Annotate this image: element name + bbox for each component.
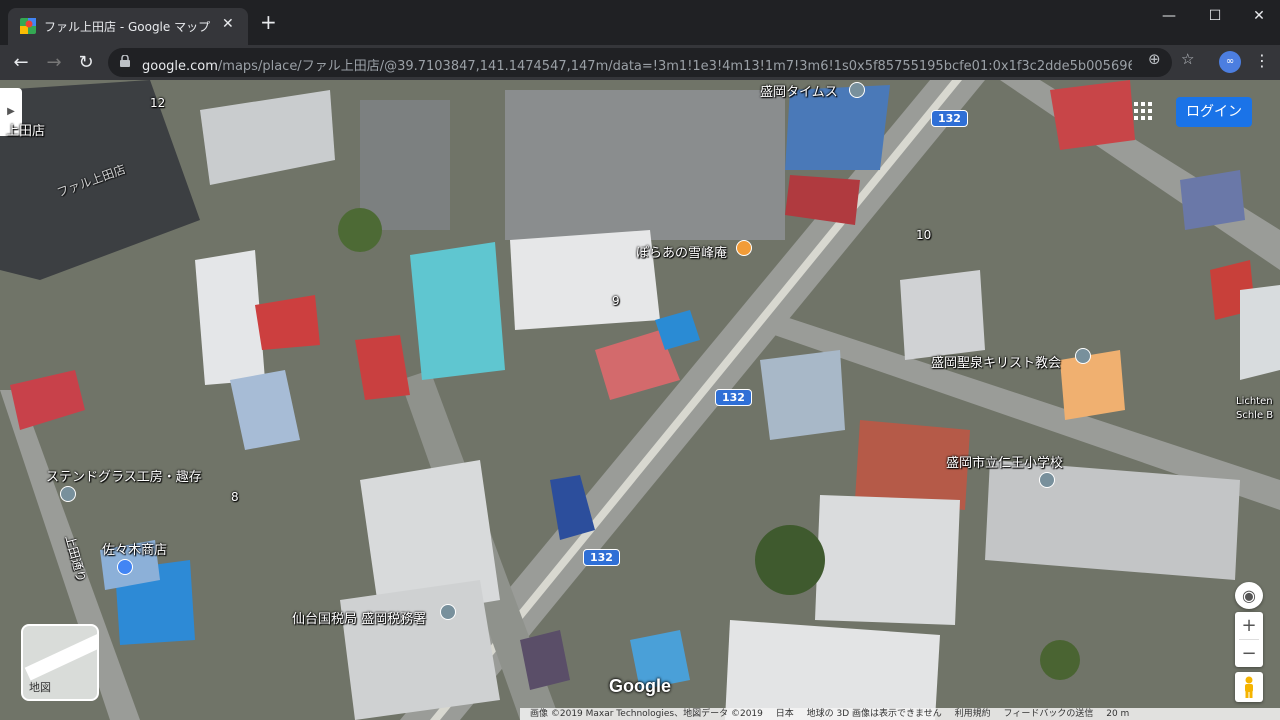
school-pin-icon[interactable] xyxy=(1039,472,1055,488)
profile-avatar[interactable]: ∞ xyxy=(1219,51,1241,73)
building-number-8: 8 xyxy=(231,490,239,504)
place-label-lichten-2: Schle B xyxy=(1236,410,1274,421)
restaurant-pin-icon[interactable] xyxy=(736,240,752,256)
browser-toolbar: ← → ↻ google.com/maps/place/ファル上田店/@39.7… xyxy=(0,45,1280,80)
aerial-imagery xyxy=(0,80,1280,720)
imagery-credit: 画像 ©2019 Maxar Technologies、地図データ ©2019 xyxy=(530,709,763,719)
lock-icon xyxy=(120,55,130,67)
place-label-sasaki[interactable]: 佐々木商店 xyxy=(102,539,167,558)
minimize-button[interactable]: — xyxy=(1146,6,1192,28)
google-logo: Google xyxy=(609,676,671,696)
browser-tabbar: ファル上田店 - Google マップ ✕ + — ☐ ✕ xyxy=(0,0,1280,45)
google-apps-icon[interactable] xyxy=(1134,102,1152,120)
layer-label: 地図 xyxy=(29,681,51,694)
url-path: /maps/place/ファル上田店/@39.7103847,141.14745… xyxy=(217,59,1132,74)
route-shield-132: 132 xyxy=(583,549,620,566)
install-icon[interactable]: ⊕ xyxy=(1148,50,1161,68)
place-label-church[interactable]: 盛岡聖泉キリスト教会 xyxy=(931,352,1061,371)
building-number-12: 12 xyxy=(150,96,166,110)
shop-pin-icon[interactable] xyxy=(117,559,133,575)
place-label-school[interactable]: 盛岡市立仁王小学校 xyxy=(946,452,1063,471)
terms-link[interactable]: 利用規約 xyxy=(955,709,991,719)
back-arrow-icon[interactable]: ← xyxy=(10,52,32,74)
forward-arrow-icon[interactable]: → xyxy=(43,52,65,74)
place-pin-icon[interactable] xyxy=(849,82,865,98)
map-attribution: 画像 ©2019 Maxar Technologies、地図データ ©2019 … xyxy=(520,708,1280,720)
url-host: google.com xyxy=(142,59,218,74)
zoom-in-button[interactable]: + xyxy=(1235,612,1263,639)
login-button[interactable]: ログイン xyxy=(1176,97,1252,127)
place-label-lichten: Lichten xyxy=(1236,396,1273,407)
satellite-map[interactable]: ▶ ログイン 上田店 ファル上田店 12 盛岡タイムス ぽらあの雪峰庵 9 10… xyxy=(0,80,1280,720)
thumb-road xyxy=(24,626,97,681)
my-location-icon: ◉ xyxy=(1242,586,1256,605)
browser-tab[interactable]: ファル上田店 - Google マップ ✕ xyxy=(8,8,248,45)
church-pin-icon[interactable] xyxy=(1075,348,1091,364)
pegman-icon xyxy=(1245,676,1253,698)
zoom-control: + − xyxy=(1235,612,1263,667)
reload-icon[interactable]: ↻ xyxy=(75,52,97,74)
window-close-button[interactable]: ✕ xyxy=(1236,6,1280,28)
building-number-9: 9 xyxy=(612,294,620,308)
place-label-tax-office[interactable]: 仙台国税局 盛岡税務署 xyxy=(292,608,426,627)
pegman-button[interactable] xyxy=(1235,672,1263,702)
country-link[interactable]: 日本 xyxy=(776,709,794,719)
place-label-stained-glass[interactable]: ステンドグラス工房・趣存 xyxy=(46,466,202,485)
tab-title: ファル上田店 - Google マップ xyxy=(44,20,211,34)
browser-menu-icon[interactable]: ⋮ xyxy=(1254,51,1270,70)
new-tab-button[interactable]: + xyxy=(260,12,277,32)
place-label-morioka-times[interactable]: 盛岡タイムス xyxy=(760,81,838,100)
bookmark-star-icon[interactable]: ☆ xyxy=(1181,50,1194,68)
tab-close-icon[interactable]: ✕ xyxy=(222,16,234,32)
feedback-link[interactable]: フィードバックの送信 xyxy=(1004,709,1094,719)
maximize-button[interactable]: ☐ xyxy=(1192,6,1238,28)
map-layer-toggle[interactable]: 地図 xyxy=(21,624,99,701)
place-label-fal[interactable]: 上田店 xyxy=(6,120,45,139)
place-label-porano[interactable]: ぽらあの雪峰庵 xyxy=(636,242,727,261)
no-3d-notice: 地球の 3D 画像は表示できません xyxy=(806,709,942,719)
office-pin-icon[interactable] xyxy=(440,604,456,620)
route-shield-132: 132 xyxy=(931,110,968,127)
address-bar[interactable]: google.com/maps/place/ファル上田店/@39.7103847… xyxy=(108,48,1172,77)
route-shield-132: 132 xyxy=(715,389,752,406)
scale-bar[interactable]: 20 m xyxy=(1106,709,1129,719)
google-maps-favicon-icon xyxy=(20,18,36,34)
building-number-10: 10 xyxy=(916,228,932,242)
my-location-button[interactable]: ◉ xyxy=(1235,582,1263,609)
zoom-out-button[interactable]: − xyxy=(1235,640,1263,667)
workshop-pin-icon[interactable] xyxy=(60,486,76,502)
url-text: google.com/maps/place/ファル上田店/@39.7103847… xyxy=(142,55,1132,74)
